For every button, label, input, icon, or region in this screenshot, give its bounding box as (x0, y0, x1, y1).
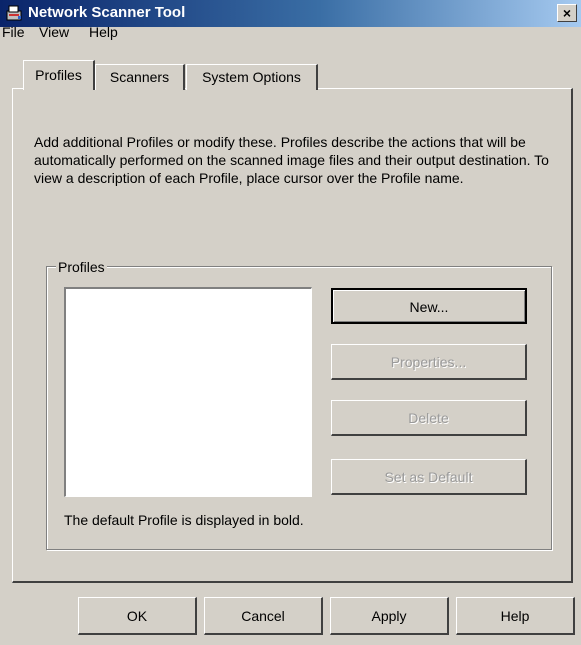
profiles-description: Add additional Profiles or modify these.… (34, 134, 549, 186)
close-icon: × (562, 5, 572, 21)
tab-profiles[interactable]: Profiles (23, 60, 95, 90)
scanner-app-icon (6, 4, 24, 22)
cancel-button[interactable]: Cancel (204, 597, 323, 635)
help-button[interactable]: Help (456, 597, 575, 635)
menu-help[interactable]: Help (89, 24, 118, 40)
delete-button[interactable]: Delete (331, 400, 527, 436)
window-title: Network Scanner Tool (28, 4, 186, 21)
profiles-group-label: Profiles (56, 259, 107, 275)
menu-file[interactable]: File (2, 24, 25, 40)
profiles-listbox[interactable] (64, 287, 312, 497)
close-button[interactable]: × (557, 4, 577, 22)
title-bar[interactable]: Network Scanner Tool × (0, 0, 581, 27)
set-as-default-button[interactable]: Set as Default (331, 459, 527, 495)
tab-system-options[interactable]: System Options (186, 64, 318, 90)
default-profile-note: The default Profile is displayed in bold… (64, 512, 304, 528)
new-profile-button[interactable]: New... (331, 288, 527, 324)
tab-scanners[interactable]: Scanners (95, 64, 185, 90)
properties-button[interactable]: Properties... (331, 344, 527, 380)
ok-button[interactable]: OK (78, 597, 197, 635)
apply-button[interactable]: Apply (330, 597, 449, 635)
menu-bar (0, 27, 581, 49)
menu-view[interactable]: View (39, 24, 69, 40)
